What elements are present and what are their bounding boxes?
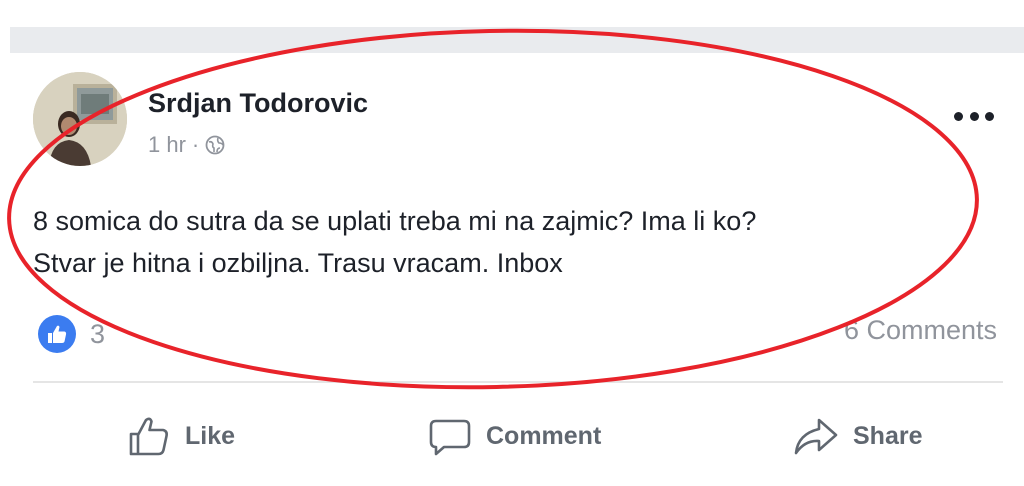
meta-separator: · [191,132,200,157]
post-text-line: Stvar je hitna i ozbiljna. Trasu vracam.… [33,248,563,278]
like-label: Like [185,421,236,450]
post-text-line: 8 somica do sutra da se uplati treba mi … [33,206,757,236]
comments-count-link[interactable]: 6 Comments [844,315,997,346]
more-options-icon[interactable] [954,108,994,124]
feed-separator-bar [10,27,1024,53]
more-dot [985,111,994,121]
more-dot [969,111,979,121]
share-label: Share [853,421,923,450]
post-meta: 1 hr · [148,132,225,158]
post-text: 8 somica do sutra da se uplati treba mi … [33,200,993,284]
avatar-photo [33,72,127,166]
share-arrow-icon [794,418,838,455]
thumbs-up-icon [129,417,168,456]
like-button[interactable]: Like [127,414,235,458]
like-reaction-icon [38,315,76,353]
comment-bubble-icon [429,419,471,456]
post-time[interactable]: 1 hr [148,132,186,158]
author-name[interactable]: Srdjan Todorovic [148,88,368,119]
avatar[interactable] [33,72,127,166]
comment-button[interactable]: Comment [428,414,601,458]
globe-icon [205,135,225,155]
reaction-count: 3 [90,318,106,349]
share-button[interactable]: Share [793,414,922,458]
reactions-summary[interactable]: 3 [38,315,105,353]
comment-label: Comment [486,421,602,450]
more-dot [954,111,963,121]
divider [33,381,1003,383]
